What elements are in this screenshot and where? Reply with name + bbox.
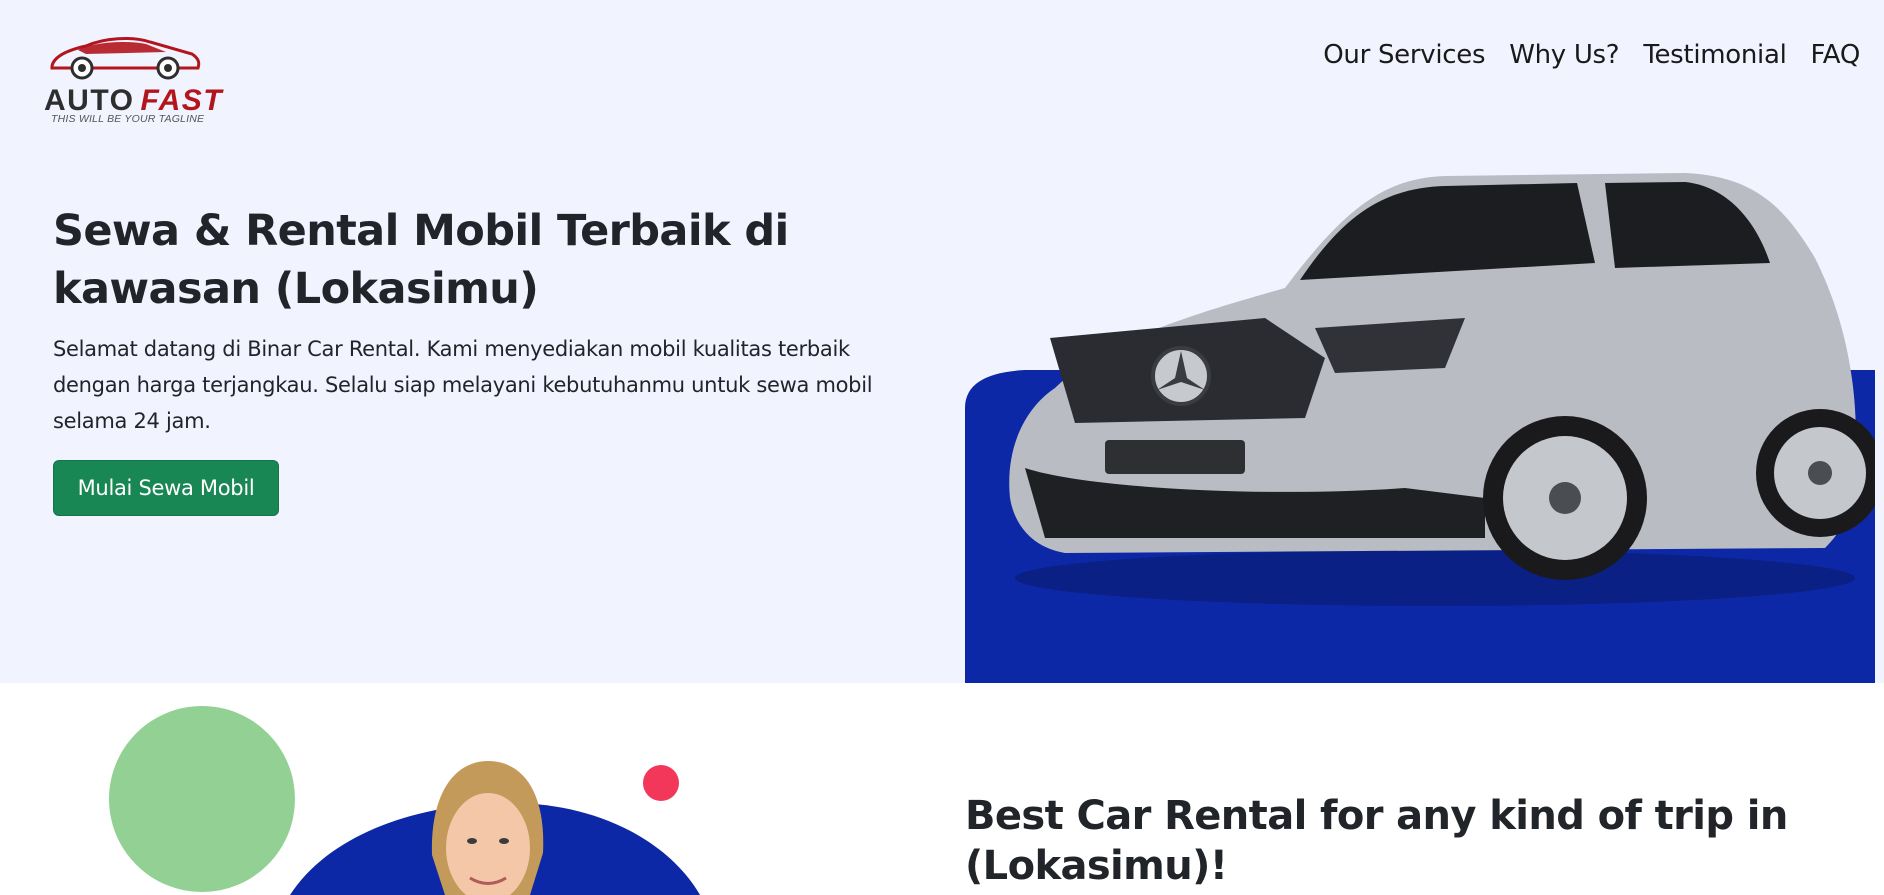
hero-section: AUTO FAST THIS WILL BE YOUR TAGLINE Our S…	[0, 0, 1884, 683]
nav-link-faq[interactable]: FAQ	[1799, 40, 1872, 70]
red-dot-decor	[643, 765, 679, 801]
hero-title: Sewa & Rental Mobil Terbaik di kawasan (…	[53, 206, 789, 314]
brand-logo[interactable]: AUTO FAST THIS WILL BE YOUR TAGLINE	[42, 32, 222, 132]
nav-link-our-services[interactable]: Our Services	[1311, 40, 1497, 70]
services-title: Best Car Rental for any kind of trip in …	[965, 793, 1788, 889]
nav-link-testimonial[interactable]: Testimonial	[1631, 40, 1798, 70]
hero-description: Selamat datang di Binar Car Rental. Kami…	[53, 337, 873, 433]
navbar: AUTO FAST THIS WILL BE YOUR TAGLINE Our S…	[0, 0, 1884, 130]
start-rental-button[interactable]: Mulai Sewa Mobil	[53, 460, 279, 516]
services-illustration	[109, 706, 700, 895]
services-section: Best Car Rental for any kind of trip in …	[0, 683, 1884, 895]
nav-menu: Our Services Why Us? Testimonial FAQ	[1311, 40, 1872, 70]
green-circle-decor	[109, 706, 295, 892]
brand-tagline: THIS WILL BE YOUR TAGLINE	[51, 113, 205, 125]
nav-link-why-us[interactable]: Why Us?	[1497, 40, 1631, 70]
hero-car-image	[965, 173, 1875, 683]
car-logo-icon	[50, 37, 201, 80]
